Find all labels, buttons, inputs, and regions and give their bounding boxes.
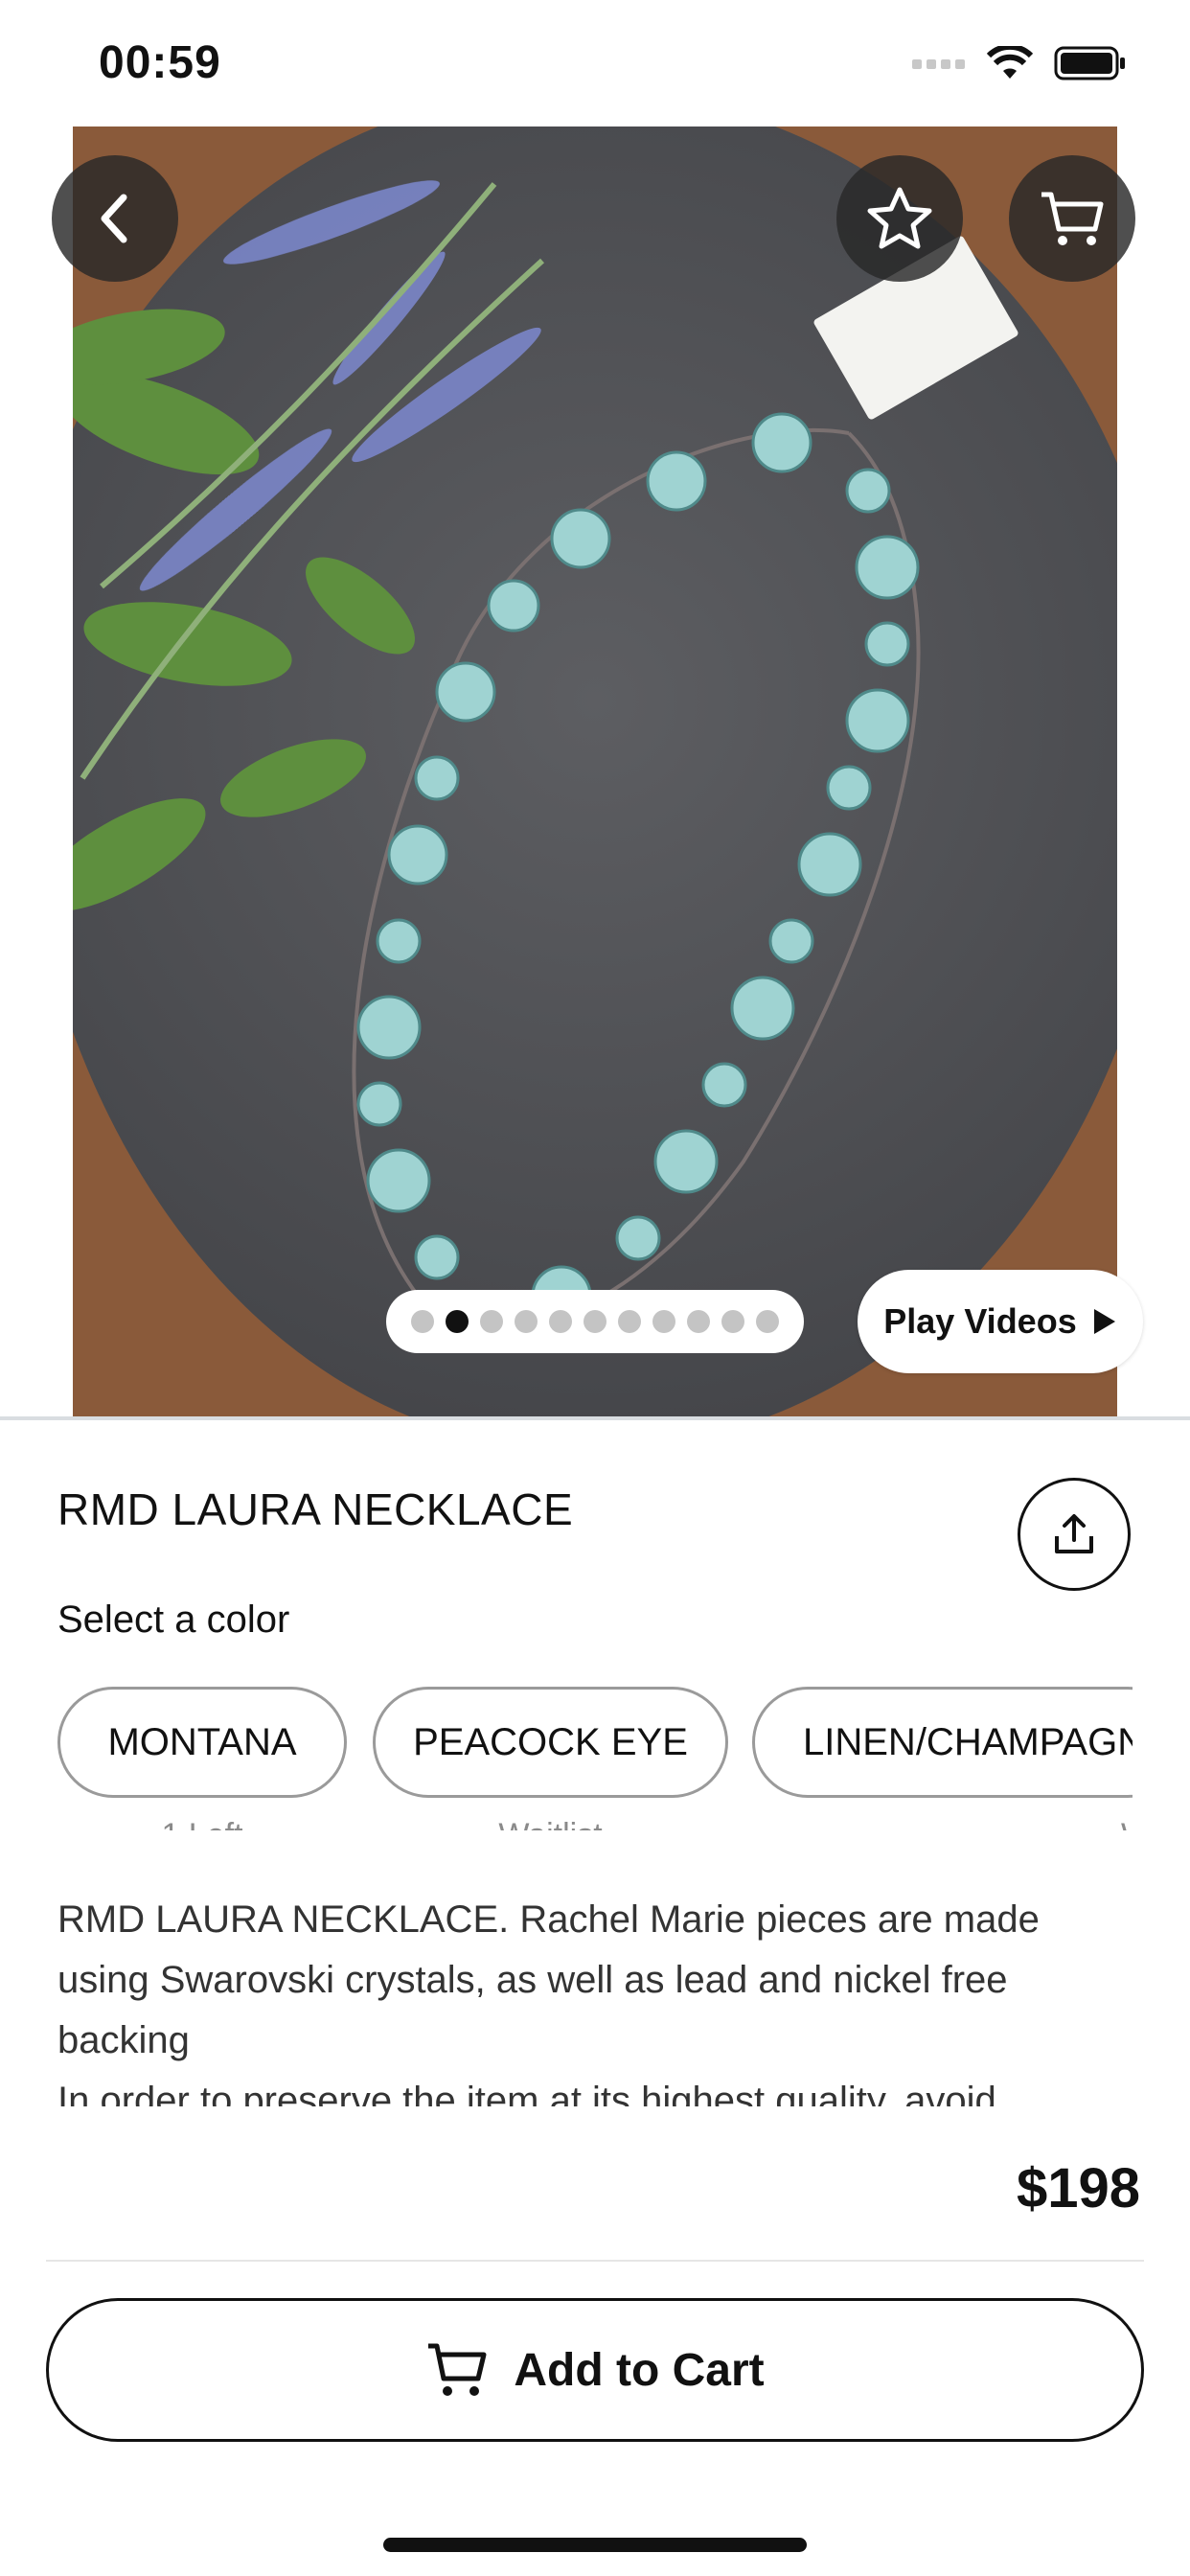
star-icon — [867, 187, 932, 249]
pagination-dot[interactable] — [515, 1310, 538, 1333]
play-videos-label: Play Videos — [883, 1301, 1077, 1341]
product-description: RMD LAURA NECKLACE. Rachel Marie pieces … — [57, 1890, 1131, 2108]
share-icon — [1055, 1514, 1093, 1553]
battery-icon — [1054, 46, 1125, 80]
product-image[interactable] — [73, 126, 1117, 1416]
pagination-dot[interactable] — [618, 1310, 641, 1333]
add-to-cart-button[interactable]: Add to Cart — [46, 2298, 1144, 2442]
pagination-dot[interactable] — [411, 1310, 434, 1333]
color-option-linen-champagne[interactable]: LINEN/CHAMPAGNE — [752, 1687, 1133, 1798]
add-to-cart-label: Add to Cart — [514, 2344, 765, 2396]
color-option-label: PEACOCK EYE — [413, 1720, 688, 1763]
price-divider — [46, 2260, 1144, 2262]
cart-icon — [428, 2343, 487, 2396]
chevron-left-icon — [101, 194, 127, 243]
pagination-dot[interactable] — [480, 1310, 503, 1333]
pagination-dot[interactable] — [549, 1310, 572, 1333]
color-option-montana[interactable]: MONTANA — [57, 1687, 347, 1798]
description-text-continued: In order to preserve the item at its hig… — [57, 2080, 996, 2108]
select-color-label: Select a color — [57, 1598, 290, 1641]
pagination-dot[interactable] — [756, 1310, 779, 1333]
pagination-dot[interactable] — [687, 1310, 710, 1333]
color-option-label: LINEN/CHAMPAGNE — [803, 1720, 1133, 1763]
color-option-status: Waitlist — [1121, 1817, 1133, 1830]
image-divider — [0, 1416, 1190, 1420]
color-option-label: MONTANA — [107, 1720, 297, 1763]
description-text: RMD LAURA NECKLACE. Rachel Marie pieces … — [57, 1898, 1040, 2061]
price: $198 — [1016, 2157, 1140, 2220]
share-button[interactable] — [1018, 1478, 1131, 1591]
play-icon — [1093, 1309, 1115, 1334]
home-indicator — [383, 2538, 807, 2552]
image-pagination[interactable] — [386, 1290, 804, 1353]
status-icons — [912, 46, 1127, 80]
signal-icon — [912, 59, 965, 69]
favorite-button[interactable] — [836, 155, 963, 282]
color-option-peacock-eye[interactable]: PEACOCK EYE — [373, 1687, 728, 1798]
pagination-dot[interactable] — [721, 1310, 744, 1333]
color-option-status: Waitlist — [373, 1817, 728, 1830]
pagination-dot[interactable] — [652, 1310, 675, 1333]
pagination-dot-active[interactable] — [446, 1310, 469, 1333]
color-option-status: 1 Left — [57, 1817, 347, 1830]
back-button[interactable] — [52, 155, 178, 282]
pagination-dot[interactable] — [584, 1310, 606, 1333]
cart-button[interactable] — [1009, 155, 1135, 282]
product-title: RMD LAURA NECKLACE — [57, 1484, 574, 1534]
play-videos-button[interactable]: Play Videos — [858, 1270, 1143, 1373]
cart-icon — [1041, 192, 1104, 245]
status-time: 00:59 — [99, 37, 221, 88]
color-options: MONTANA 1 Left PEACOCK EYE Waitlist LINE… — [57, 1687, 1133, 1830]
necklace-illustration — [352, 412, 921, 1328]
wifi-icon — [987, 46, 1033, 79]
